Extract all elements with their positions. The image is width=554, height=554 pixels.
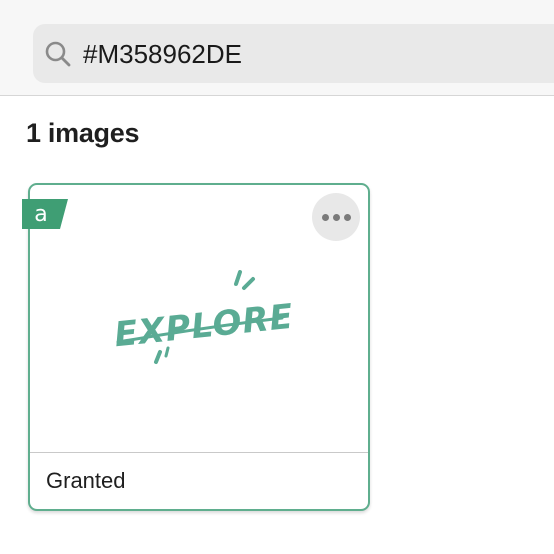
more-options-button[interactable] [312, 193, 360, 241]
page: 1 images a EXPLORE Granted [0, 0, 554, 554]
badge-letter: a [34, 202, 47, 227]
top-bar [0, 0, 554, 96]
results-count-title: 1 images [26, 118, 140, 148]
search-box[interactable] [33, 24, 554, 83]
more-options-dot [343, 213, 351, 221]
more-options-dot [332, 213, 340, 221]
card-divider [30, 452, 368, 453]
license-badge-icon: a [22, 199, 68, 229]
search-input[interactable] [83, 34, 553, 74]
image-thumbnail[interactable]: EXPLORE [110, 270, 296, 365]
search-icon [45, 41, 71, 67]
more-options-icon [321, 213, 329, 221]
image-card[interactable]: a EXPLORE Granted [22, 183, 370, 511]
card-status-label: Granted [46, 468, 126, 493]
